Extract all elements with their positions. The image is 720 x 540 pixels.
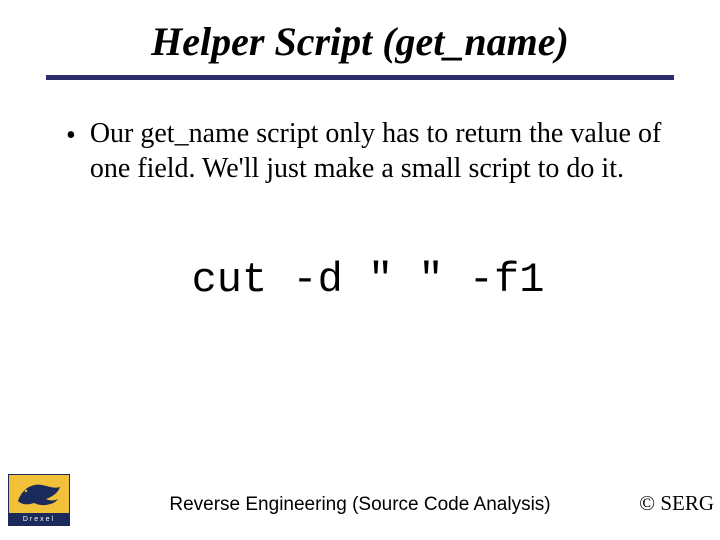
footer-center-text: Reverse Engineering (Source Code Analysi… bbox=[0, 494, 720, 516]
code-snippet: cut -d " " -f1 bbox=[66, 256, 670, 304]
logo-text: Drexel bbox=[23, 516, 55, 523]
bullet-item: • Our get_name script only has to return… bbox=[66, 116, 670, 186]
slide-footer: Drexel Reverse Engineering (Source Code … bbox=[0, 466, 720, 526]
bullet-dot-icon: • bbox=[66, 116, 90, 153]
slide-title: Helper Script (get_name) bbox=[0, 0, 720, 75]
bullet-text: Our get_name script only has to return t… bbox=[90, 116, 670, 186]
copyright-text: © SERG bbox=[639, 491, 714, 516]
slide-body: • Our get_name script only has to return… bbox=[0, 80, 720, 304]
slide: Helper Script (get_name) • Our get_name … bbox=[0, 0, 720, 540]
